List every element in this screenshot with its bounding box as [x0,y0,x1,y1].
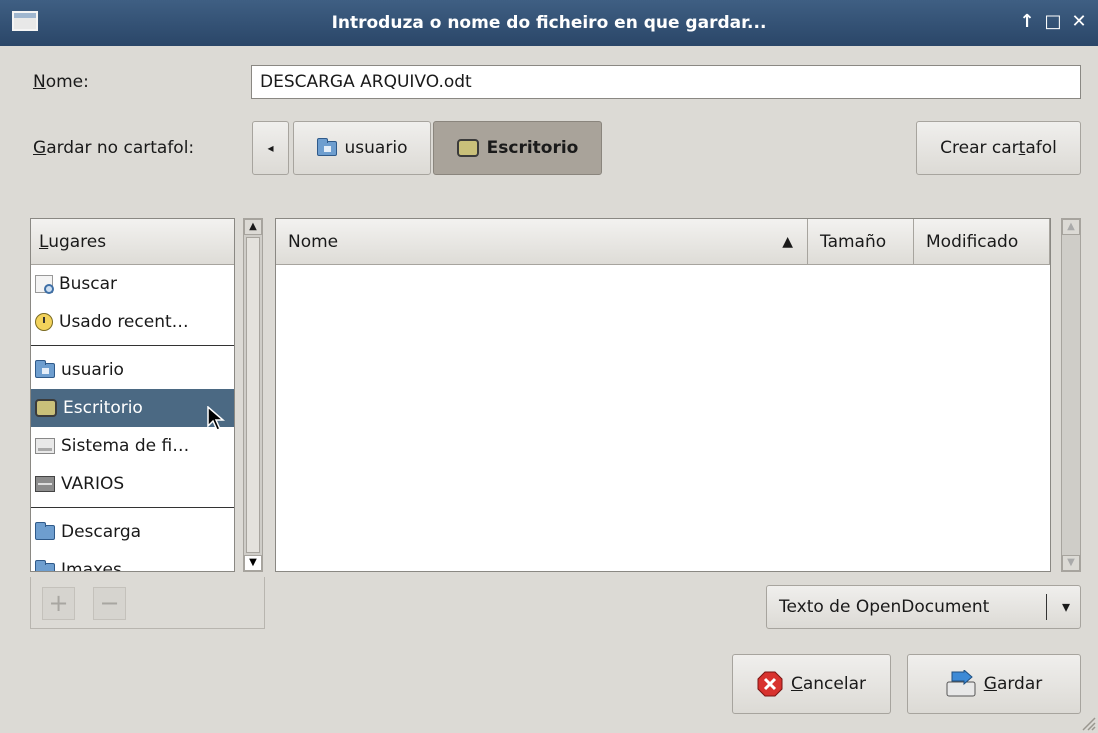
file-list-scrollbar[interactable]: ▲ ▼ [1061,218,1081,572]
window-title: Introduza o nome do ficheiro en que gard… [331,13,767,33]
scroll-down-arrow[interactable]: ▼ [244,555,262,571]
filename-input[interactable]: DESCARGA ARQUIVO.odt [251,65,1081,99]
cancel-icon [757,671,783,697]
scrollbar-thumb[interactable] [246,237,260,553]
desktop-icon [456,139,479,157]
column-header-name[interactable]: Nome ▲ [276,219,808,265]
place-item-descarga[interactable]: Descarga [31,513,234,551]
path-button-usuario[interactable]: usuario [293,121,431,175]
save-in-folder-label: Gardar no cartafol: [33,138,195,158]
places-header[interactable]: Lugares [31,219,234,265]
place-item-imaxes[interactable]: Imaxes [31,551,234,571]
sort-ascending-icon: ▲ [782,234,793,250]
remove-bookmark-button[interactable]: − [93,587,126,620]
scroll-up-arrow[interactable]: ▲ [244,219,262,235]
home-folder-icon [35,359,55,378]
place-item-varios[interactable]: VARIOS [31,465,234,503]
resize-grip-icon[interactable] [1078,713,1096,731]
places-separator [31,507,234,508]
save-button[interactable]: Gardar [907,654,1081,714]
folder-icon [35,559,55,571]
column-header-modified[interactable]: Modificado [914,219,1050,265]
create-folder-button[interactable]: Crear cartafol [916,121,1081,175]
volume-icon [35,476,55,492]
cancel-button[interactable]: Cancelar [732,654,891,714]
column-header-size[interactable]: Tamaño [808,219,914,265]
path-scroll-left-button[interactable]: ◂ [252,121,289,175]
scroll-down-arrow[interactable]: ▼ [1062,555,1080,571]
file-type-filter-select[interactable]: Texto de OpenDocument ▾ [766,585,1081,629]
chevron-down-icon: ▾ [1061,597,1070,616]
place-item-usuario[interactable]: usuario [31,351,234,389]
file-list[interactable]: Nome ▲ Tamaño Modificado [275,218,1051,572]
places-scrollbar[interactable]: ▲ ▼ [243,218,263,572]
recent-clock-icon [35,313,53,331]
drive-icon [35,438,55,454]
place-item-filesystem[interactable]: Sistema de fi… [31,427,234,465]
place-item-recent[interactable]: Usado recent… [31,303,234,341]
path-button-escritorio[interactable]: Escritorio [433,121,602,175]
combo-separator [1046,594,1047,620]
name-label: Nome: [33,72,89,92]
scroll-up-arrow[interactable]: ▲ [1062,219,1080,235]
search-icon [35,275,54,294]
maximize-button[interactable]: □ [1042,10,1064,34]
keep-above-button[interactable]: ↑ [1016,10,1038,34]
title-bar[interactable]: Introduza o nome do ficheiro en que gard… [0,0,1098,46]
save-icon [946,668,976,697]
places-sidebar[interactable]: Lugares Buscar Usado recent… usuario Esc… [30,218,235,572]
place-item-escritorio[interactable]: Escritorio [31,389,234,427]
mouse-cursor-icon [207,406,225,431]
place-item-buscar[interactable]: Buscar [31,265,234,303]
desktop-icon [35,399,57,417]
places-separator [31,345,234,346]
home-folder-icon [316,137,337,156]
add-bookmark-button[interactable]: + [42,587,75,620]
folder-icon [35,521,55,540]
close-button[interactable]: ✕ [1068,10,1090,34]
